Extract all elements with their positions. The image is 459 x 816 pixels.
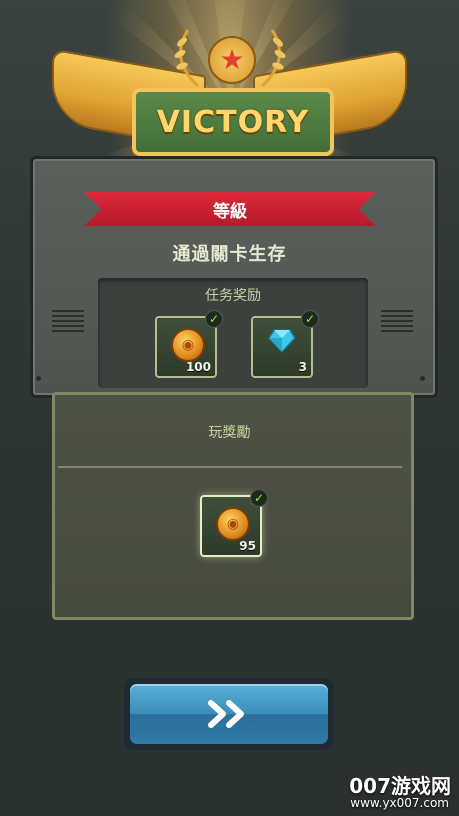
coin-icon: ◉	[216, 507, 250, 541]
rank-ribbon: 等級	[84, 192, 376, 226]
divider	[58, 466, 402, 468]
double-chevron-right-icon	[208, 700, 244, 728]
bolt	[420, 376, 425, 381]
bolt	[36, 376, 41, 381]
reward-count: 3	[298, 360, 307, 374]
stage-subtitle: 通過關卡生存	[172, 244, 287, 265]
victory-plaque: VICTORY	[132, 88, 334, 156]
play-rewards-title: 玩獎勵	[208, 425, 251, 441]
watermark-url: www.yx007.com	[350, 796, 449, 810]
reward-count: 100	[185, 360, 211, 374]
diamond-icon	[268, 329, 296, 354]
task-rewards-title: 任务奖励	[205, 288, 261, 304]
coin-icon: ◉	[171, 328, 205, 362]
check-icon: ✓	[301, 310, 319, 328]
star-medal-icon: ★	[208, 36, 256, 84]
laurel-left-icon	[174, 29, 200, 88]
next-button[interactable]	[124, 678, 334, 750]
check-icon: ✓	[205, 310, 223, 328]
watermark-brand: 007游戏网	[349, 774, 451, 798]
check-icon: ✓	[250, 489, 268, 507]
laurel-right-icon	[260, 29, 286, 88]
reward-count: 95	[239, 539, 256, 553]
vent-grille-right	[381, 310, 413, 334]
next-button-face[interactable]	[130, 684, 328, 744]
vent-grille-left	[52, 310, 84, 334]
reward-item-diamond[interactable]: 3 ✓	[251, 310, 319, 378]
reward-item-coin[interactable]: ◉ 100 ✓	[155, 310, 223, 378]
victory-title: VICTORY	[156, 104, 310, 140]
rank-label: 等級	[213, 201, 247, 222]
reward-item-coin[interactable]: ◉ 95 ✓	[200, 489, 268, 557]
